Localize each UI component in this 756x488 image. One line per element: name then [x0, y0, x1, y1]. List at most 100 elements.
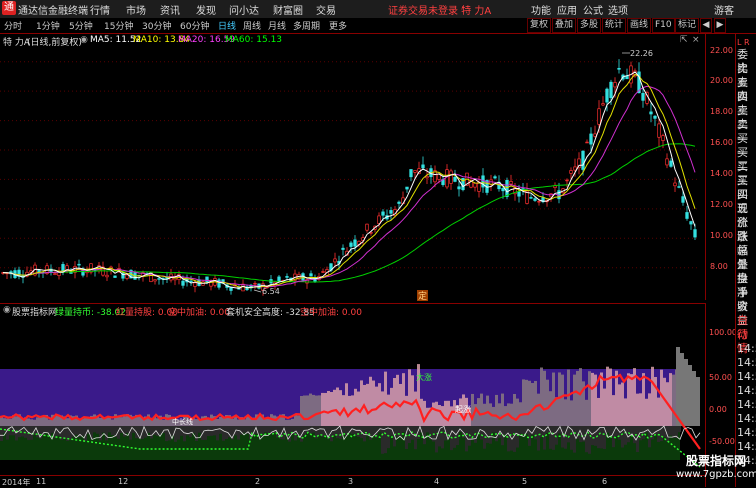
login-alert[interactable]: 证券交易未登录 特 力A	[388, 2, 491, 17]
indicator-fill	[588, 371, 591, 426]
price-tick: 14.00	[710, 169, 733, 178]
indicator-fill	[516, 398, 519, 426]
indicator-fill	[312, 394, 315, 426]
indicator-fill	[615, 370, 618, 426]
indicator-fill	[447, 400, 450, 426]
candle-body	[205, 276, 209, 283]
indicator-fill	[411, 375, 414, 426]
candle-body	[665, 158, 669, 166]
menu-item-news[interactable]: 资讯	[160, 2, 180, 17]
period-tab-60min[interactable]: 60分钟	[180, 19, 209, 32]
indicator-fill-lower	[81, 426, 84, 436]
period-tab-15min[interactable]: 15分钟	[104, 19, 133, 32]
menu-item-markets[interactable]: 市场	[126, 2, 146, 17]
date-tick: 3	[348, 477, 354, 486]
menu-item-trade[interactable]: 交易	[316, 2, 336, 17]
period-tab-1min[interactable]: 1分钟	[36, 19, 60, 32]
candle-body	[597, 108, 601, 125]
price-tick: 12.00	[710, 200, 733, 209]
adjust-button[interactable]: 复权	[527, 18, 552, 33]
prev-icon[interactable]: ◀	[700, 18, 712, 33]
indicator-fill-lower	[195, 426, 198, 442]
indicator-fill-lower	[528, 426, 531, 446]
indicator-fill-lower	[183, 426, 186, 442]
indicator-fill	[288, 419, 291, 426]
settings-icon[interactable]: ◉	[80, 35, 88, 45]
period-tab-multi[interactable]: 多周期	[293, 19, 320, 32]
rise-start-label: 起涨	[455, 404, 471, 414]
mark-button[interactable]: 标记	[675, 18, 700, 33]
next-icon[interactable]: ▶	[714, 18, 726, 33]
indicator-fill	[30, 419, 33, 426]
period-toolbar: 分时 1分钟 5分钟 15分钟 30分钟 60分钟 日线 周线 月线 多周期 更…	[0, 18, 756, 34]
indicator-fill	[408, 369, 411, 426]
draw-button[interactable]: 画线	[627, 18, 652, 33]
indicator-fill	[618, 384, 621, 426]
stats-button[interactable]: 统计	[602, 18, 627, 33]
indicator-fill	[405, 395, 408, 426]
period-tab-monthly[interactable]: 月线	[268, 19, 286, 32]
candle-body	[581, 150, 585, 170]
indicator-icon[interactable]: ◉	[3, 305, 11, 315]
period-tab-weekly[interactable]: 周线	[243, 19, 261, 32]
date-tick: 5	[522, 477, 528, 486]
candle-body	[617, 67, 621, 70]
multi-stock-button[interactable]: 多股	[577, 18, 602, 33]
indicator-fill-lower	[99, 426, 102, 441]
menu-item-discover[interactable]: 发现	[196, 2, 216, 17]
menu-options[interactable]: 选项	[608, 2, 628, 17]
ind-tick: 50.00	[709, 373, 732, 382]
date-axis: 2014年 11 12 2 3 4 5 6	[0, 475, 705, 488]
indicator-fill	[501, 393, 504, 426]
candle-body	[661, 135, 665, 141]
indicator-fill-lower	[384, 426, 387, 454]
candle-body	[457, 186, 461, 190]
close-icon[interactable]: ×	[692, 35, 700, 45]
price-chart[interactable]: 22.26 6.54 定	[0, 47, 705, 303]
price-tick: 16.00	[710, 138, 733, 147]
high-price-label: 22.26	[630, 49, 653, 58]
indicator-fill	[651, 366, 654, 426]
candle-body	[193, 282, 197, 287]
indicator-fill-lower	[618, 426, 621, 440]
indicator-fill	[156, 418, 159, 426]
expand-icon[interactable]: ⇱	[680, 35, 688, 45]
candle-body	[681, 196, 685, 203]
indicator-fill	[495, 394, 498, 426]
indicator-fill	[630, 374, 633, 426]
indicator-fill-lower	[669, 426, 672, 436]
price-axis: 22.00 20.00 18.00 16.00 14.00 12.00 10.0…	[705, 34, 736, 300]
period-tab-30min[interactable]: 30分钟	[142, 19, 171, 32]
menu-formula[interactable]: 公式	[583, 2, 603, 17]
indicator-fill-lower	[216, 426, 219, 441]
candle-body	[409, 169, 413, 178]
indicator-fill	[513, 394, 516, 426]
menu-item-ask[interactable]: 问小达	[229, 2, 259, 17]
period-tab-5min[interactable]: 5分钟	[69, 19, 93, 32]
guest-user[interactable]: 游客	[714, 2, 734, 17]
indicator-fill	[636, 393, 639, 426]
indicator-fill	[564, 399, 567, 426]
period-tab-intraday[interactable]: 分时	[4, 19, 22, 32]
indicator-fill	[567, 369, 570, 426]
indicator-fill	[318, 395, 321, 426]
indicator-fill	[303, 395, 306, 426]
indicator-fill	[688, 365, 692, 426]
menu-function[interactable]: 功能	[531, 2, 551, 17]
quote-sidebar: L R 委比 卖五 卖四 卖三 卖二 卖一 买一 买二 买三 买四 买五 现价 涨跌 涨幅 总量 外盘 换手 净资…	[735, 34, 756, 487]
indicator-fill-lower	[15, 426, 18, 441]
indicator-fill	[111, 419, 114, 426]
menu-item-wealth[interactable]: 财富圈	[273, 2, 303, 17]
period-tab-more[interactable]: 更多	[329, 19, 347, 32]
overlay-button[interactable]: 叠加	[552, 18, 577, 33]
period-tab-daily[interactable]: 日线	[218, 19, 236, 32]
f10-button[interactable]: F10	[652, 18, 675, 33]
candle-body	[533, 198, 537, 201]
menu-item-market[interactable]: 行情	[90, 2, 110, 17]
indicator-chart[interactable]: 大涨 起涨 中长线	[0, 317, 705, 475]
candle-body	[389, 210, 393, 214]
indicator-fill	[381, 391, 384, 426]
indicator-fill	[66, 418, 69, 426]
menu-apps[interactable]: 应用	[557, 2, 577, 17]
candle-body	[453, 176, 457, 182]
